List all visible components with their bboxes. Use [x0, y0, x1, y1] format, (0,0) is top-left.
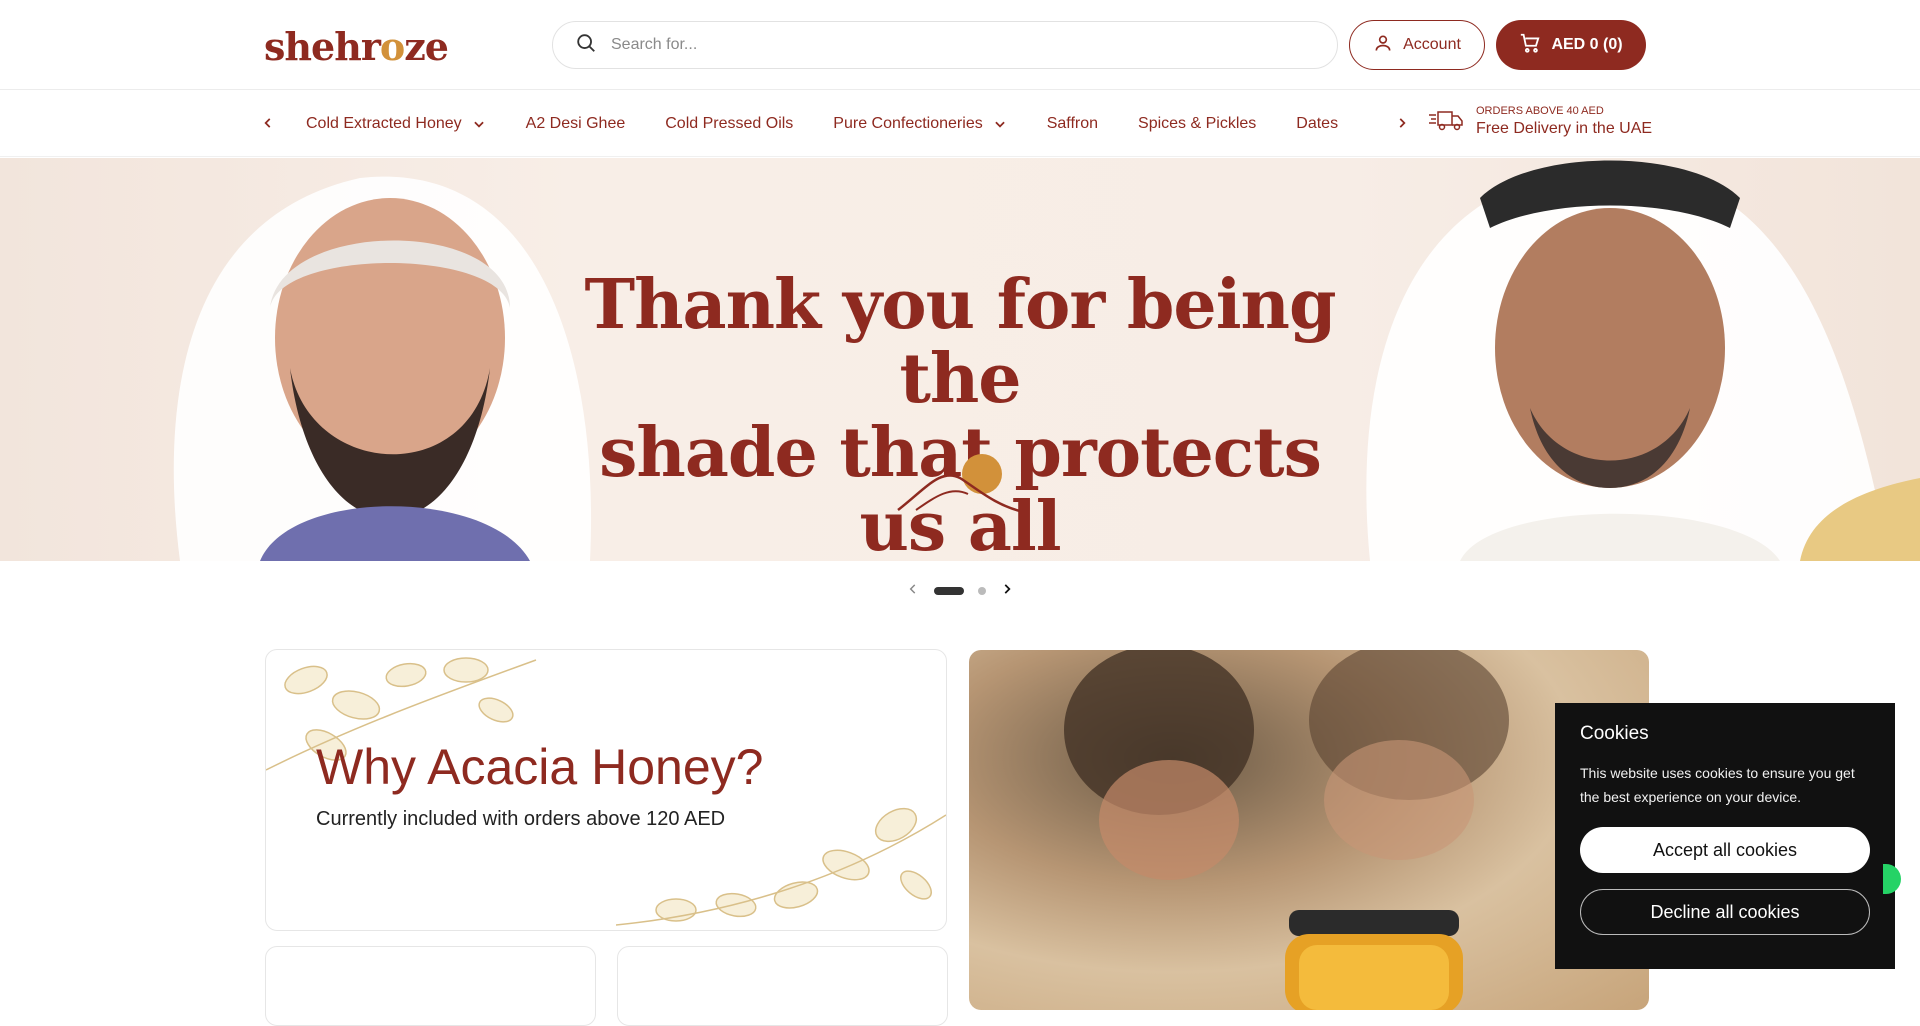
product-card[interactable]	[265, 946, 596, 1026]
decline-cookies-button[interactable]: Decline all cookies	[1580, 889, 1870, 935]
cart-button[interactable]: AED 0 (0)	[1496, 20, 1646, 70]
logo[interactable]: shehroze	[264, 24, 449, 69]
sun-mountain-emblem-icon	[897, 454, 1025, 514]
cart-label: AED 0 (0)	[1551, 36, 1623, 53]
whatsapp-chat-button[interactable]	[1883, 864, 1901, 894]
portrait-right-image	[1366, 160, 1920, 561]
accept-cookies-button[interactable]: Accept all cookies	[1580, 827, 1870, 873]
promo-card[interactable]: Why Acacia Honey? Currently included wit…	[265, 649, 947, 931]
chevron-left-icon	[909, 583, 916, 594]
site-header: shehroze Account AED 0 (0)	[0, 0, 1920, 90]
chevron-right-icon	[1004, 583, 1011, 594]
search-bar[interactable]	[552, 21, 1338, 69]
nav-item-truncated[interactable]: D	[1358, 115, 1376, 133]
carousel-controls	[0, 575, 1920, 607]
children-with-honey-image	[1064, 650, 1509, 1010]
search-icon	[575, 32, 597, 59]
nav-item-pure-confectioneries[interactable]: Pure Confectioneries	[813, 115, 1026, 133]
carousel-next-button[interactable]	[1000, 582, 1014, 601]
delivery-truck-icon	[1428, 104, 1464, 139]
carousel-dot-active[interactable]	[934, 587, 964, 595]
nav-item-dates[interactable]: Dates	[1276, 115, 1358, 133]
search-input[interactable]	[611, 36, 1291, 54]
nav-item-cold-extracted-honey[interactable]: Cold Extracted Honey	[286, 115, 506, 133]
hero-banner[interactable]: Thank you for being the shade that prote…	[0, 158, 1920, 561]
nav-item-cold-pressed-oils[interactable]: Cold Pressed Oils	[645, 115, 813, 133]
delivery-notice: ORDERS ABOVE 40 AED Free Delivery in the…	[1428, 104, 1652, 139]
chevron-down-icon	[473, 121, 484, 128]
chevron-left-icon	[264, 118, 271, 128]
account-label: Account	[1403, 36, 1461, 53]
promo-title: Why Acacia Honey?	[316, 739, 764, 795]
promo-subtitle: Currently included with orders above 120…	[316, 808, 726, 830]
cart-icon	[1519, 32, 1541, 59]
cookie-text: This website uses cookies to ensure you …	[1580, 765, 1855, 805]
category-nav: Cold Extracted Honey A2 Desi Ghee Cold P…	[0, 90, 1920, 157]
nav-items: Cold Extracted Honey A2 Desi Ghee Cold P…	[286, 90, 1376, 157]
nav-item-spices-pickles[interactable]: Spices & Pickles	[1118, 115, 1276, 133]
carousel-prev-button[interactable]	[906, 582, 920, 601]
nav-item-a2-desi-ghee[interactable]: A2 Desi Ghee	[506, 115, 646, 133]
nav-prev-button[interactable]	[258, 112, 278, 134]
delivery-main-text: Free Delivery in the UAE	[1476, 120, 1653, 137]
chevron-right-icon	[1399, 118, 1406, 128]
product-card[interactable]	[617, 946, 948, 1026]
account-button[interactable]: Account	[1349, 20, 1485, 70]
nav-item-saffron[interactable]: Saffron	[1027, 115, 1118, 133]
chevron-down-icon	[995, 121, 1005, 128]
honey-jar-image-card[interactable]	[969, 650, 1649, 1010]
carousel-dot[interactable]	[978, 587, 986, 595]
nav-next-button[interactable]	[1392, 112, 1412, 134]
cookie-banner: Cookies This website uses cookies to ens…	[1555, 703, 1895, 969]
cookie-title: Cookies	[1580, 723, 1649, 744]
user-icon	[1373, 33, 1393, 58]
delivery-small-text: ORDERS ABOVE 40 AED	[1476, 105, 1604, 117]
